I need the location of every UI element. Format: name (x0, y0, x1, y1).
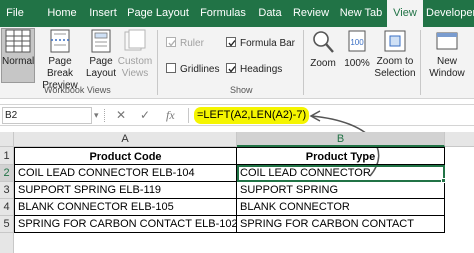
table-header-cell[interactable]: Product Type (237, 147, 445, 165)
table-cell[interactable]: SPRING FOR CARBON CONTACT (237, 216, 445, 233)
row-header-2[interactable]: 2 (0, 165, 14, 182)
row-header-6[interactable] (0, 233, 14, 253)
fill-handle[interactable] (441, 178, 446, 183)
table-cell[interactable]: COIL LEAD CONNECTOR ELB-104 (14, 165, 237, 182)
table-cell[interactable]: SPRING FOR CARBON CONTACT ELB-102 (14, 216, 237, 233)
row-header-5[interactable]: 5 (0, 216, 14, 233)
select-all-corner[interactable] (0, 132, 14, 147)
row-header-3[interactable]: 3 (0, 182, 14, 199)
table-header-cell[interactable]: Product Code (14, 147, 237, 165)
table-cell[interactable]: BLANK CONNECTOR (237, 199, 445, 216)
row-header-1[interactable]: 1 (0, 147, 14, 165)
table-cell[interactable]: BLANK CONNECTOR ELB-105 (14, 199, 237, 216)
active-cell[interactable]: COIL LEAD CONNECTOR (237, 165, 445, 182)
row-header-4[interactable]: 4 (0, 199, 14, 216)
column-header-b[interactable]: B (237, 132, 445, 147)
column-header-a[interactable]: A (14, 132, 237, 147)
column-header-c[interactable] (445, 132, 474, 147)
table-cell[interactable]: SUPPORT SPRING (237, 182, 445, 199)
table-cell[interactable]: SUPPORT SPRING ELB-119 (14, 182, 237, 199)
